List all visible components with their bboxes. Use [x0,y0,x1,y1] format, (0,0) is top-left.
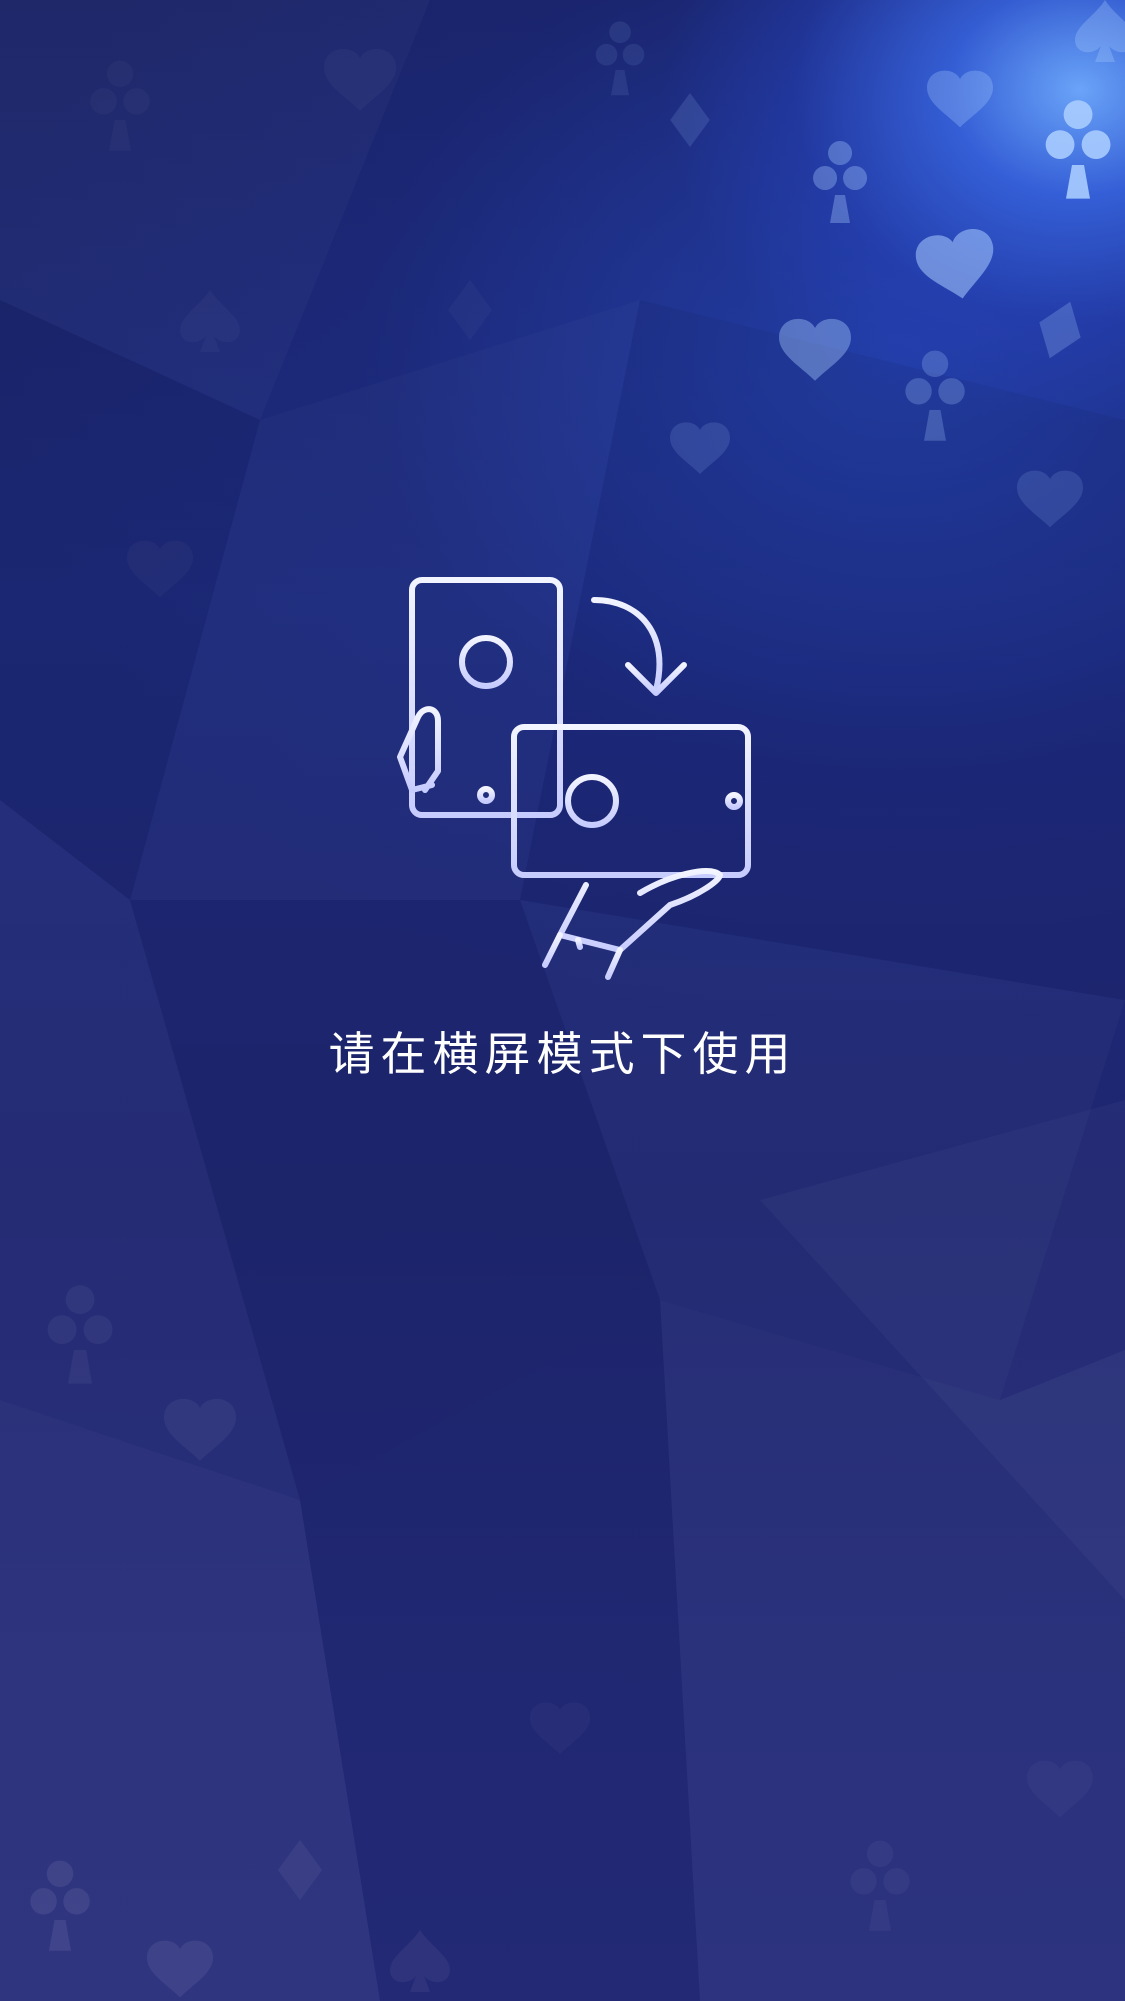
background [0,0,1125,2001]
rotate-screen-message: 请在横屏模式下使用 [328,1027,797,1081]
rotate-arrow-icon [591,597,687,696]
right-hand-icon [542,868,723,980]
left-hand-icon [397,706,457,868]
poker-suit-pattern [30,0,1125,1998]
landscape-phone-icon [511,724,751,878]
rotate-device-icon [397,577,751,980]
